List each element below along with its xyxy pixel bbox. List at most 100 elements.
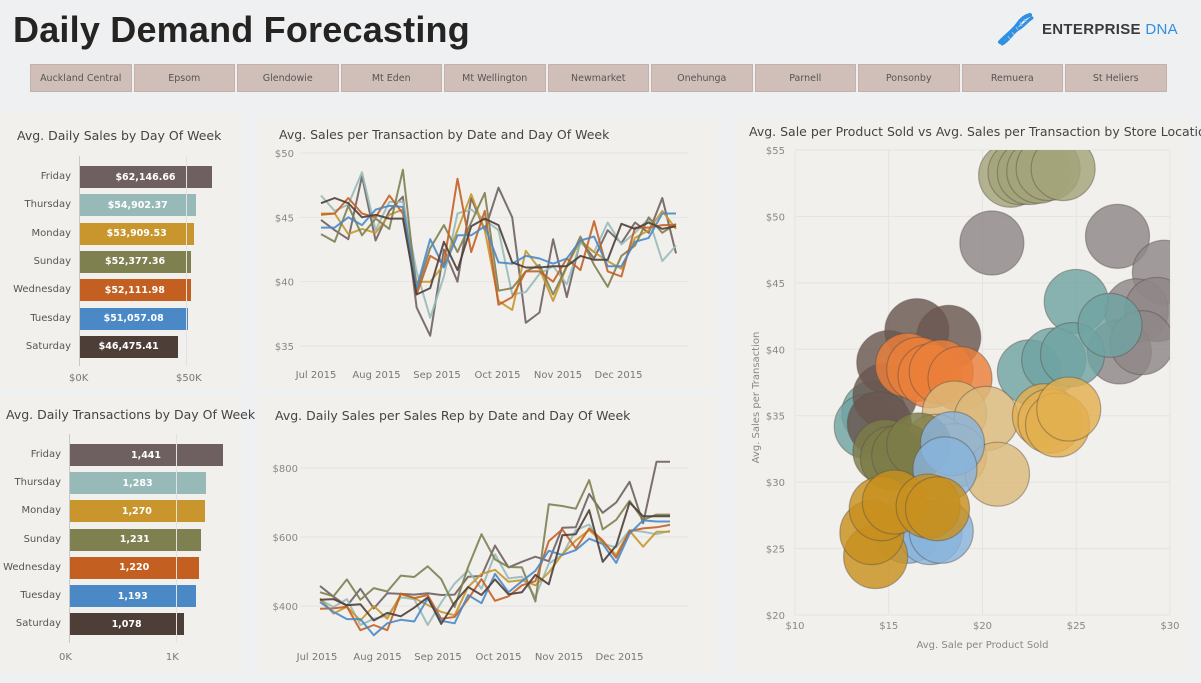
- bar-saturday[interactable]: $46,475.41: [79, 335, 179, 358]
- slicer-item-parnell[interactable]: Parnell: [754, 64, 856, 92]
- x-tick-label: Nov 2015: [534, 370, 582, 381]
- y-tick-label: $50: [766, 212, 785, 223]
- y-axis-line: [69, 434, 70, 644]
- bar-category-label: Monday: [21, 505, 61, 517]
- bubbles: [833, 150, 1170, 590]
- gridline: [186, 156, 187, 367]
- bar-value-label: 1,231: [119, 534, 150, 546]
- bar-tuesday[interactable]: $51,057.08: [79, 307, 189, 330]
- y-axis-title: Avg. Sales per Transaction: [751, 332, 762, 464]
- x-tick-label: Oct 2015: [475, 370, 521, 381]
- bar-category-label: Sunday: [23, 533, 61, 545]
- bar-wednesday[interactable]: 1,220: [69, 556, 200, 579]
- bar-category-label: Tuesday: [20, 590, 61, 601]
- bar-value-label: 1,193: [117, 590, 148, 602]
- x-tick-label: Aug 2015: [352, 370, 400, 381]
- dna-helix-icon: [998, 13, 1034, 46]
- chart-title: Avg. Daily Sales by Day Of Week: [17, 128, 222, 143]
- y-tick-label: $35: [275, 342, 294, 353]
- bar-monday[interactable]: 1,270: [69, 500, 205, 523]
- bubble-point: [1036, 376, 1102, 442]
- slicer-item-epsom[interactable]: Epsom: [133, 64, 235, 92]
- x-tick-label: Dec 2015: [596, 652, 644, 663]
- y-tick-label: $55: [766, 146, 785, 157]
- x-tick-label: $30: [1160, 621, 1179, 632]
- logo-text-accent: DNA: [1145, 20, 1178, 38]
- bar-category-label: Sunday: [33, 255, 71, 267]
- x-tick-label: Dec 2015: [595, 370, 643, 381]
- x-tick-label: Sep 2015: [413, 370, 460, 381]
- bar-value-label: 1,270: [121, 505, 152, 517]
- y-tick-label: $40: [766, 345, 785, 356]
- sales-per-transaction-line-chart: $35 $40 $45 $50 Jul 2015 Aug 2015 Sep 2015 Oct …: [275, 149, 688, 381]
- panel-store-scatter: Avg. Sale per Product Sold vs Avg. Sales…: [736, 118, 1201, 673]
- brand-logo: ENTERPRISE DNA: [996, 12, 1178, 46]
- bar-value-label: $62,146.66: [115, 171, 176, 183]
- bar-thursday[interactable]: $54,902.37: [79, 194, 197, 217]
- bar-wednesday[interactable]: $52,111.98: [79, 279, 191, 302]
- bar-saturday[interactable]: 1,078: [69, 613, 185, 636]
- bar-category-label: Wednesday: [3, 561, 61, 573]
- store-location-slicer: Auckland Central Epsom Glendowie Mt Eden Mt …: [30, 64, 1167, 92]
- y-tick-label: $20: [766, 611, 785, 622]
- slicer-item-auckland-central[interactable]: Auckland Central: [30, 64, 132, 92]
- y-tick-label: $400: [273, 602, 298, 613]
- x-tick-label: 1K: [165, 652, 179, 663]
- x-tick-label: Nov 2015: [535, 652, 583, 663]
- slicer-item-onehunga[interactable]: Onehunga: [651, 64, 753, 92]
- bar-category-label: Thursday: [14, 477, 62, 489]
- series-line-friday: [319, 460, 670, 610]
- bar-value-label: $54,902.37: [107, 199, 168, 211]
- bar-value-label: 1,078: [111, 618, 142, 630]
- x-tick-label: $20: [973, 621, 992, 632]
- series-line-tuesday: [321, 204, 676, 290]
- y-tick-label: $35: [766, 412, 785, 423]
- y-tick-label: $600: [273, 533, 298, 544]
- page-title: Daily Demand Forecasting: [13, 9, 470, 50]
- bar-value-label: $52,377.36: [104, 256, 166, 268]
- y-tick-label: $30: [766, 478, 785, 489]
- bar-thursday[interactable]: 1,283: [69, 472, 207, 495]
- x-tick-label: Aug 2015: [353, 652, 401, 663]
- x-tick-label: Jul 2015: [295, 370, 337, 381]
- slicer-item-newmarket[interactable]: Newmarket: [547, 64, 649, 92]
- bar-category-label: Friday: [30, 449, 61, 460]
- bubble-point: [1077, 292, 1143, 358]
- bar-friday[interactable]: 1,441: [69, 444, 223, 466]
- x-tick-label: Oct 2015: [476, 652, 522, 663]
- bubble-point: [904, 476, 971, 542]
- panel-sales-per-transaction: Avg. Sales per Transaction by Date and D…: [258, 118, 717, 390]
- y-tick-label: $25: [766, 545, 785, 556]
- slicer-item-mt-eden[interactable]: Mt Eden: [340, 64, 442, 92]
- bar-value-label: $52,111.98: [104, 284, 165, 296]
- slicer-item-glendowie[interactable]: Glendowie: [237, 64, 339, 92]
- slicer-item-st-heliers[interactable]: St Heliers: [1065, 64, 1167, 92]
- panel-daily-transactions: Avg. Daily Transactions by Day Of Week F…: [0, 395, 255, 673]
- x-tick-label: $15: [879, 621, 898, 632]
- sales-per-rep-line-chart: $400 $600 $800 Jul 2015 Aug 2015 Sep 2015 Oct …: [273, 460, 688, 663]
- slicer-item-ponsonby[interactable]: Ponsonby: [858, 64, 960, 92]
- bar-value-label: 1,441: [130, 449, 162, 461]
- x-tick-label: $25: [1067, 621, 1086, 632]
- x-axis-title: Avg. Sale per Product Sold: [917, 640, 1049, 651]
- bar-category-label: Saturday: [15, 618, 61, 630]
- logo-text-main: ENTERPRISE: [1042, 20, 1141, 38]
- slicer-item-mt-wellington[interactable]: Mt Wellington: [444, 64, 546, 92]
- bar-sunday[interactable]: $52,377.36: [79, 250, 192, 273]
- bubble-point: [1030, 150, 1096, 202]
- store-bubble-chart: $10 $15 $20 $25 $30 $20 $25 $30 $35 $40 $45 $50 $55 A…: [751, 146, 1180, 651]
- bar-sunday[interactable]: 1,231: [69, 528, 201, 551]
- bar-tuesday[interactable]: 1,193: [69, 585, 197, 607]
- y-axis-line: [79, 156, 80, 367]
- bar-friday[interactable]: $62,146.66: [79, 166, 212, 188]
- bar-category-label: Saturday: [25, 340, 71, 352]
- x-tick-label: 0K: [59, 652, 72, 663]
- bar-category-label: Thursday: [24, 199, 72, 211]
- y-tick-label: $50: [275, 149, 294, 160]
- bar-monday[interactable]: $53,909.53: [79, 222, 195, 245]
- x-tick-label: Sep 2015: [414, 652, 461, 663]
- y-tick-label: $45: [766, 279, 785, 290]
- slicer-item-remuera[interactable]: Remuera: [961, 64, 1063, 92]
- y-tick-label: $45: [275, 213, 294, 224]
- bar-value-label: $53,909.53: [106, 228, 167, 240]
